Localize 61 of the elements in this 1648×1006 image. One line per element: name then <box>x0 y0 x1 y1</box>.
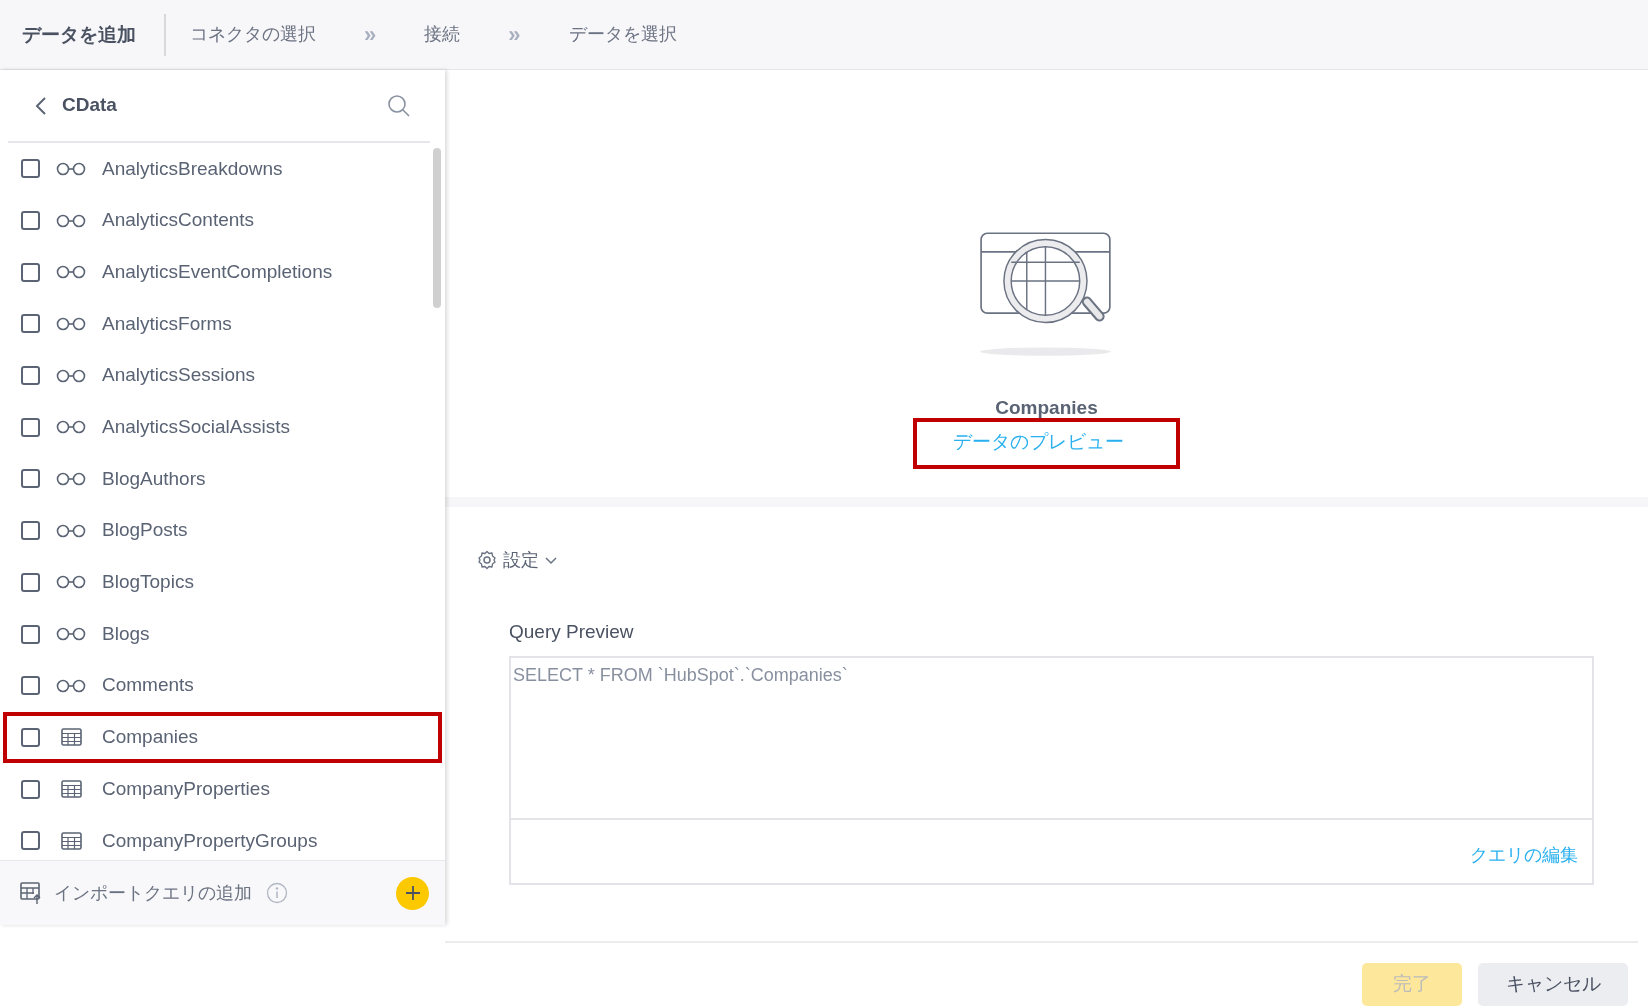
list-item[interactable]: Blogs <box>3 608 442 660</box>
list-item[interactable]: AnalyticsEventCompletions <box>3 246 442 299</box>
list-item[interactable]: AnalyticsForms <box>3 298 442 350</box>
list-item[interactable]: BlogAuthors <box>3 453 442 505</box>
checkbox[interactable] <box>21 831 40 851</box>
list-item[interactable]: Companies <box>3 711 442 764</box>
list-item[interactable]: CompanyPropertyGroups <box>3 814 442 860</box>
checkbox[interactable] <box>21 211 40 231</box>
glasses-icon <box>56 213 86 228</box>
glasses-icon <box>56 627 86 642</box>
list-item[interactable]: AnalyticsSessions <box>3 349 442 402</box>
checkbox[interactable] <box>21 366 40 386</box>
list-item[interactable]: BlogTopics <box>3 556 442 609</box>
breadcrumb-step: コネクタの選択 <box>190 21 316 48</box>
checkbox[interactable] <box>21 159 40 179</box>
list-item[interactable]: BlogPosts <box>3 504 442 557</box>
checkbox[interactable] <box>21 624 40 644</box>
checkbox[interactable] <box>21 262 40 282</box>
plus-icon <box>404 885 421 901</box>
glasses-icon <box>56 368 86 383</box>
glasses-icon <box>56 678 86 693</box>
checkbox[interactable] <box>21 469 40 489</box>
glasses-icon <box>56 420 86 435</box>
page-title: データを追加 <box>22 13 166 56</box>
settings-toggle[interactable]: 設定 <box>477 546 557 574</box>
info-icon <box>266 882 288 904</box>
breadcrumb-separator: » <box>508 21 521 49</box>
checkbox[interactable] <box>21 727 40 747</box>
sidebar-title: CData <box>62 93 118 118</box>
settings-icon <box>477 550 497 570</box>
breadcrumb-step: 接続 <box>424 21 461 48</box>
scrollbar-thumb[interactable] <box>433 148 441 308</box>
add-button[interactable] <box>396 876 429 910</box>
cancel-button[interactable]: キャンセル <box>1478 963 1628 1006</box>
glasses-icon <box>56 265 86 280</box>
checkbox[interactable] <box>21 417 40 437</box>
glasses-icon <box>56 575 86 590</box>
list-item[interactable]: AnalyticsSocialAssists <box>3 401 442 454</box>
glasses-icon <box>56 523 86 538</box>
checkbox[interactable] <box>21 314 40 334</box>
glasses-icon <box>56 316 86 331</box>
list-item[interactable]: AnalyticsContents <box>3 194 442 247</box>
table-upload-icon <box>20 881 42 905</box>
back-chevron-icon[interactable] <box>34 95 48 116</box>
list-item[interactable]: CompanyProperties <box>3 763 442 815</box>
checkbox[interactable] <box>21 779 40 799</box>
breadcrumb-step: データを選択 <box>568 21 677 48</box>
checkbox[interactable] <box>21 521 40 541</box>
checkbox[interactable] <box>21 676 40 696</box>
list-item[interactable]: Comments <box>3 659 442 712</box>
breadcrumb-separator: » <box>364 21 377 49</box>
glasses-icon <box>56 471 86 486</box>
add-import-query-label: インポートクエリの追加 <box>54 881 252 905</box>
chevron-icon <box>545 555 557 565</box>
checkbox[interactable] <box>21 572 40 592</box>
glasses-icon <box>56 161 86 176</box>
search-icon[interactable] <box>387 94 410 117</box>
query-field[interactable]: SELECT * FROM `HubSpot`.`Companies` クエリの編集 <box>509 656 1594 885</box>
table-name: Companies <box>995 395 1098 420</box>
query-preview-label: Query Preview <box>509 619 635 644</box>
list-item[interactable]: AnalyticsBreakdowns <box>3 143 442 195</box>
